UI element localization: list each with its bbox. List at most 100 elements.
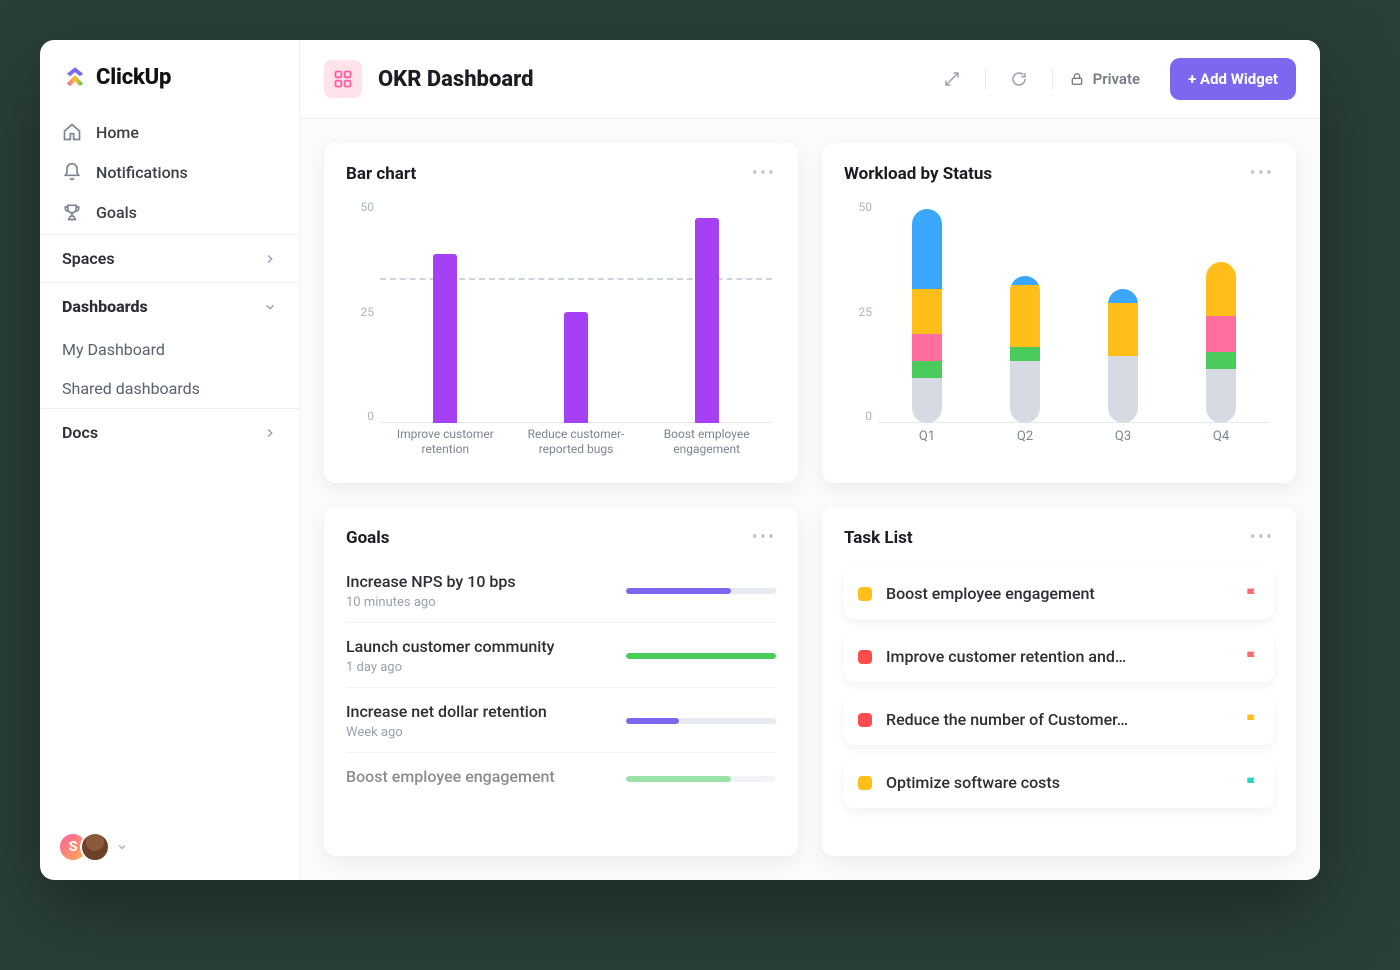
chevron-right-icon bbox=[263, 252, 277, 266]
goal-progress bbox=[626, 776, 776, 782]
bar-segment bbox=[912, 209, 942, 289]
sidebar-item-label: Goals bbox=[96, 203, 137, 222]
sidebar-item-my-dashboard[interactable]: My Dashboard bbox=[40, 330, 299, 369]
sidebar-section-dashboards[interactable]: Dashboards bbox=[40, 282, 299, 330]
status-indicator bbox=[858, 587, 872, 601]
section-label: Spaces bbox=[62, 249, 115, 268]
dashboard-grid: Bar chart ••• 50 25 0 Improve customer r… bbox=[300, 119, 1320, 880]
main-area: OKR Dashboard Private + Add bbox=[300, 40, 1320, 880]
expand-button[interactable] bbox=[935, 62, 969, 96]
x-axis-label: Q1 bbox=[897, 423, 957, 463]
task-row[interactable]: Reduce the number of Customer… bbox=[844, 694, 1274, 745]
sidebar-footer: S bbox=[40, 814, 299, 880]
y-axis: 50 25 0 bbox=[844, 200, 872, 423]
bar-segment bbox=[1206, 262, 1236, 316]
goal-timestamp: 1 day ago bbox=[346, 660, 608, 675]
widget-menu-button[interactable]: ••• bbox=[1250, 163, 1274, 184]
bar-segment bbox=[1206, 352, 1236, 370]
sidebar-primary-nav: Home Notifications Goals bbox=[40, 110, 299, 234]
home-icon bbox=[62, 122, 82, 142]
separator bbox=[985, 68, 986, 90]
privacy-label: Private bbox=[1093, 70, 1141, 88]
sidebar-item-label: Notifications bbox=[96, 163, 188, 182]
bar-segment bbox=[1010, 361, 1040, 423]
flag-icon bbox=[1244, 586, 1260, 602]
app-window: ClickUp Home Notifications Goals bbox=[40, 40, 1320, 880]
stacked-bar[interactable] bbox=[1010, 276, 1040, 423]
flag-icon bbox=[1244, 775, 1260, 791]
goal-row[interactable]: Increase net dollar retentionWeek ago bbox=[346, 688, 776, 753]
task-list: Boost employee engagement Improve custome… bbox=[844, 558, 1274, 820]
sidebar-item-label: Shared dashboards bbox=[62, 379, 200, 398]
bar-segment bbox=[912, 289, 942, 334]
goals-list: Increase NPS by 10 bps10 minutes agoLaun… bbox=[346, 558, 776, 802]
dashboard-icon bbox=[324, 60, 362, 98]
task-row[interactable]: Boost employee engagement bbox=[844, 568, 1274, 619]
goal-title: Launch customer community bbox=[346, 637, 608, 656]
goal-title: Increase NPS by 10 bps bbox=[346, 572, 608, 591]
widget-goals: Goals ••• Increase NPS by 10 bps10 minut… bbox=[324, 507, 798, 856]
refresh-button[interactable] bbox=[1002, 62, 1036, 96]
x-axis-label: Reduce customer-reported bugs bbox=[511, 423, 641, 463]
workload-chart-plot: 50 25 0 Q1 Q2 Q3 Q4 bbox=[844, 194, 1274, 463]
trophy-icon bbox=[62, 202, 82, 222]
page-title: OKR Dashboard bbox=[378, 67, 533, 92]
sidebar-item-notifications[interactable]: Notifications bbox=[40, 152, 299, 192]
x-axis-label: Q2 bbox=[995, 423, 1055, 463]
bar-segment bbox=[1206, 316, 1236, 352]
sidebar-item-goals[interactable]: Goals bbox=[40, 192, 299, 232]
stacked-bar[interactable] bbox=[1108, 289, 1138, 423]
task-title: Boost employee engagement bbox=[886, 584, 1230, 603]
widget-menu-button[interactable]: ••• bbox=[1250, 527, 1274, 548]
goal-progress bbox=[626, 653, 776, 659]
bar[interactable] bbox=[695, 218, 719, 423]
bar-segment bbox=[912, 378, 942, 423]
task-row[interactable]: Optimize software costs bbox=[844, 757, 1274, 808]
sidebar-section-docs[interactable]: Docs bbox=[40, 408, 299, 456]
stacked-bar[interactable] bbox=[1206, 262, 1236, 423]
sidebar-dashboards-children: My Dashboard Shared dashboards bbox=[40, 330, 299, 408]
y-tick: 0 bbox=[865, 409, 872, 423]
x-axis-label: Improve customer retention bbox=[380, 423, 510, 463]
widget-title: Task List bbox=[844, 528, 913, 548]
add-widget-button[interactable]: + Add Widget bbox=[1170, 58, 1296, 100]
topbar: OKR Dashboard Private + Add bbox=[300, 40, 1320, 119]
separator bbox=[1052, 68, 1053, 90]
widget-menu-button[interactable]: ••• bbox=[752, 163, 776, 184]
bar[interactable] bbox=[564, 312, 588, 424]
widget-menu-button[interactable]: ••• bbox=[752, 527, 776, 548]
y-tick: 25 bbox=[361, 305, 375, 319]
sidebar-item-shared-dashboards[interactable]: Shared dashboards bbox=[40, 369, 299, 408]
task-row[interactable]: Improve customer retention and… bbox=[844, 631, 1274, 682]
widget-workload: Workload by Status ••• 50 25 0 Q1Q2Q3Q4 bbox=[822, 143, 1296, 483]
goal-row[interactable]: Increase NPS by 10 bps10 minutes ago bbox=[346, 558, 776, 623]
task-title: Reduce the number of Customer… bbox=[886, 710, 1230, 729]
goal-row[interactable]: Boost employee engagement bbox=[346, 753, 776, 802]
bar-segment bbox=[1108, 303, 1138, 357]
bell-icon bbox=[62, 162, 82, 182]
chevron-right-icon bbox=[263, 426, 277, 440]
avatar-stack[interactable]: S bbox=[58, 832, 110, 862]
brand-name: ClickUp bbox=[96, 65, 171, 90]
y-axis: 50 25 0 bbox=[346, 200, 374, 423]
task-title: Improve customer retention and… bbox=[886, 647, 1230, 666]
bar[interactable] bbox=[433, 254, 457, 423]
bar-segment bbox=[1108, 289, 1138, 302]
bar-segment bbox=[1010, 285, 1040, 347]
bar-segment bbox=[1010, 347, 1040, 360]
bar-chart-plot: 50 25 0 Improve customer retentionReduce… bbox=[346, 194, 776, 463]
brand-logo[interactable]: ClickUp bbox=[40, 40, 299, 110]
x-axis-label: Q4 bbox=[1191, 423, 1251, 463]
widget-title: Goals bbox=[346, 528, 390, 548]
sidebar-item-home[interactable]: Home bbox=[40, 112, 299, 152]
stacked-bar[interactable] bbox=[912, 209, 942, 423]
goal-row[interactable]: Launch customer community 1 day ago bbox=[346, 623, 776, 688]
bar-segment bbox=[912, 334, 942, 361]
lock-icon bbox=[1069, 71, 1085, 87]
x-axis-label: Q3 bbox=[1093, 423, 1153, 463]
goal-progress bbox=[626, 588, 776, 594]
sidebar-section-spaces[interactable]: Spaces bbox=[40, 234, 299, 282]
privacy-indicator[interactable]: Private bbox=[1069, 70, 1141, 88]
sidebar-item-label: Home bbox=[96, 123, 139, 142]
chevron-down-icon[interactable] bbox=[116, 841, 128, 853]
